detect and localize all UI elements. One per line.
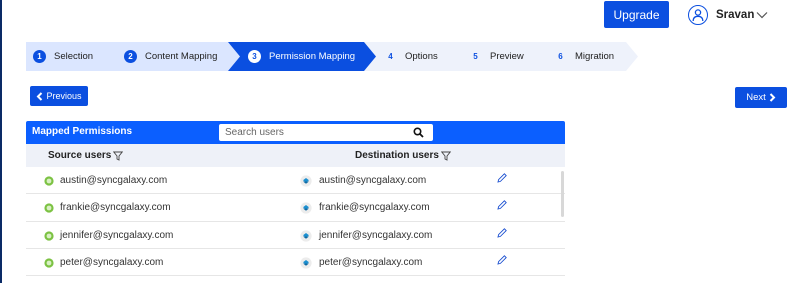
source-users-header: Source users — [48, 150, 124, 161]
destination-user-icon — [300, 257, 312, 269]
step-number: 3 — [248, 50, 261, 63]
search-box — [219, 124, 433, 141]
source-user-icon — [44, 258, 54, 268]
table-row[interactable]: jennifer@syncgalaxy.com jennifer@syncgal… — [26, 222, 565, 249]
destination-user-email: austin@syncgalaxy.com — [319, 175, 427, 186]
source-users-label: Source users — [48, 150, 112, 161]
step-permission-mapping[interactable]: 3 Permission Mapping — [228, 42, 379, 71]
previous-label: Previous — [46, 91, 82, 101]
step-migration[interactable]: 6 Migration — [532, 42, 638, 71]
filter-icon[interactable] — [113, 151, 124, 161]
source-user-email: austin@syncgalaxy.com — [60, 175, 168, 186]
mapping-rows: austin@syncgalaxy.com austin@syncgalaxy.… — [26, 167, 565, 277]
chevron-down-icon — [756, 12, 768, 19]
edit-pencil-icon[interactable] — [496, 199, 508, 211]
source-user-email: jennifer@syncgalaxy.com — [60, 229, 174, 241]
source-user-icon — [44, 230, 54, 241]
step-label: Selection — [54, 51, 94, 62]
step-label: Migration — [575, 51, 615, 62]
panel-header: Mapped Permissions — [26, 121, 565, 144]
source-user-email: peter@syncgalaxy.com — [60, 256, 164, 268]
search-input[interactable] — [219, 124, 409, 141]
step-number: 2 — [124, 50, 137, 63]
destination-users-header: Destination users — [355, 150, 451, 161]
table-row[interactable]: peter@syncgalaxy.com peter@syncgalaxy.co… — [26, 249, 565, 277]
chevron-right-icon — [769, 93, 776, 102]
column-header-row: Source users Destination users — [26, 144, 565, 167]
edit-pencil-icon[interactable] — [496, 254, 508, 266]
chevron-left-icon — [37, 91, 43, 101]
search-icon[interactable] — [413, 127, 424, 138]
destination-user-icon — [300, 229, 312, 242]
table-scrollbar[interactable] — [561, 171, 564, 217]
step-label: Preview — [490, 51, 524, 62]
destination-user-icon — [300, 202, 312, 214]
left-edge-bar — [0, 0, 2, 283]
source-user-icon — [44, 203, 54, 213]
panel-title: Mapped Permissions — [32, 126, 133, 137]
source-user-icon — [44, 176, 54, 186]
step-number: 5 — [473, 52, 478, 61]
user-name: Sravan — [716, 9, 755, 21]
wizard-stepper: 1 Selection 2 Content Mapping 3 Permissi… — [26, 42, 638, 71]
source-user-email: frankie@syncgalaxy.com — [60, 202, 171, 214]
step-number: 6 — [558, 52, 563, 61]
destination-user-email: frankie@syncgalaxy.com — [319, 202, 430, 214]
upgrade-button[interactable]: Upgrade — [604, 1, 669, 28]
step-label: Options — [405, 51, 438, 62]
step-label: Content Mapping — [145, 51, 218, 62]
user-menu[interactable]: Sravan — [688, 4, 768, 26]
step-label: Permission Mapping — [269, 51, 356, 62]
destination-user-email: jennifer@syncgalaxy.com — [319, 229, 433, 241]
top-header: Upgrade Sravan — [0, 0, 800, 36]
table-row[interactable]: frankie@syncgalaxy.com frankie@syncgalax… — [26, 194, 565, 222]
step-number: 4 — [388, 52, 393, 61]
step-content-mapping[interactable]: 2 Content Mapping — [106, 42, 243, 71]
edit-pencil-icon[interactable] — [496, 227, 508, 239]
destination-users-label: Destination users — [355, 150, 439, 161]
mapped-permissions-panel: Mapped Permissions Source users Destinat… — [26, 121, 565, 283]
destination-user-email: peter@syncgalaxy.com — [319, 256, 423, 268]
edit-pencil-icon[interactable] — [496, 172, 508, 184]
destination-user-icon — [300, 175, 312, 187]
table-row[interactable]: austin@syncgalaxy.com austin@syncgalaxy.… — [26, 167, 565, 195]
next-button[interactable]: Next — [735, 87, 787, 108]
previous-button[interactable]: Previous — [30, 86, 88, 106]
user-circle-icon — [688, 5, 708, 25]
next-label: Next — [746, 92, 766, 103]
step-number: 1 — [33, 50, 46, 63]
filter-icon[interactable] — [440, 151, 451, 161]
